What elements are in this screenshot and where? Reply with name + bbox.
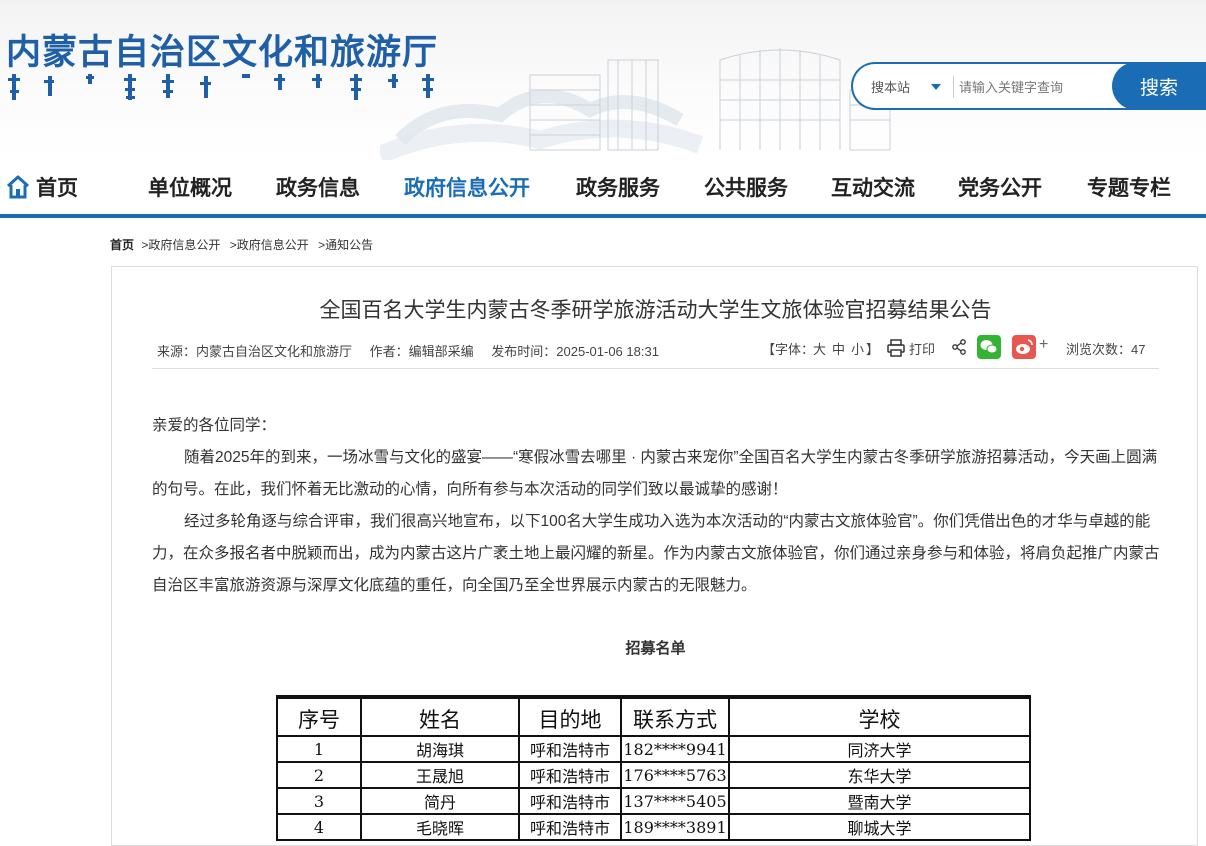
printer-icon[interactable] [887, 339, 905, 357]
article-title: 全国百名大学生内蒙古冬季研学旅游活动大学生文旅体验官招募结果公告 [319, 299, 992, 322]
cell-school: 暨南大学 [728, 787, 1031, 815]
column-header: 目的地 [518, 695, 622, 737]
search-button[interactable]: 搜索 [1112, 62, 1206, 110]
wechat-share-icon[interactable] [977, 335, 1001, 359]
main-nav: 首页 单位概况 政务信息 政府信息公开 政务服务 公共服务 互动交流 党务公开 … [0, 160, 1206, 218]
nav-item-unit-overview[interactable]: 单位概况 [148, 172, 232, 202]
nav-item-gov-info-disclosure[interactable]: 政府信息公开 [404, 172, 530, 202]
print-button[interactable]: 打印 [909, 339, 935, 358]
table-row: 3 简丹 呼和浩特市 137****5405 暨南大学 [276, 787, 1031, 815]
more-share-icon[interactable]: + [1039, 336, 1048, 354]
breadcrumb-item[interactable]: >政府信息公开 [141, 238, 220, 252]
font-size-label: 【字体： [762, 342, 815, 357]
nav-item-interaction[interactable]: 互动交流 [831, 172, 915, 202]
home-icon[interactable] [5, 174, 31, 200]
search-divider [953, 76, 954, 98]
breadcrumb-item[interactable]: >通知公告 [318, 238, 373, 252]
cell-school: 同济大学 [728, 735, 1031, 763]
column-header: 联系方式 [620, 695, 730, 737]
meta-divider [152, 368, 1159, 369]
cell-index: 1 [276, 735, 362, 763]
cell-name: 简丹 [360, 787, 520, 815]
table-row: 2 王晟旭 呼和浩特市 176****5763 东华大学 [276, 761, 1031, 789]
nav-item-public-services[interactable]: 公共服务 [704, 172, 788, 202]
article-publish-time: 发布时间：2025-01-06 18:31 [491, 344, 659, 359]
nav-item-government-services[interactable]: 政务服务 [576, 172, 660, 202]
table-row: 4 毛晓晖 呼和浩特市 189****3891 聊城大学 [276, 813, 1031, 841]
cell-destination: 呼和浩特市 [518, 761, 622, 789]
cell-contact: 182****9941 [620, 735, 730, 763]
article-meta: 来源：内蒙古自治区文化和旅游厅 作者：编辑部采编 发布时间：2025-01-06… [157, 341, 673, 360]
cell-index: 2 [276, 761, 362, 789]
site-header: 内蒙古自治区文化和旅游厅 搜本站 搜索 [0, 0, 1206, 160]
cell-index: 4 [276, 813, 362, 841]
mongolian-script-logo [8, 74, 434, 100]
cell-school: 聊城大学 [728, 813, 1031, 841]
breadcrumb-home[interactable]: 首页 [110, 238, 134, 252]
article-author: 作者：编辑部采编 [369, 344, 474, 359]
search-scope-select[interactable]: 搜本站 [871, 77, 910, 96]
paragraph: 经过多轮角逐与综合评审，我们很高兴地宣布，以下100名大学生成功入选为本次活动的… [152, 513, 1160, 594]
nav-item-home[interactable]: 首页 [36, 172, 78, 202]
share-icon[interactable] [951, 339, 967, 355]
paragraph: 随着2025年的到来，一场冰雪与文化的盛宴——“寒假冰雪去哪里 · 内蒙古来宠你… [152, 449, 1158, 498]
cell-contact: 189****3891 [620, 813, 730, 841]
search-input[interactable] [959, 74, 1109, 100]
view-count: 浏览次数：47 [1066, 342, 1146, 357]
font-size-small-button[interactable]: 小 [851, 339, 864, 358]
nav-item-special-topics[interactable]: 专题专栏 [1087, 172, 1171, 202]
cell-destination: 呼和浩特市 [518, 813, 622, 841]
cell-name: 胡海琪 [360, 735, 520, 763]
column-header: 姓名 [360, 695, 520, 737]
chevron-down-icon[interactable] [931, 84, 941, 90]
font-size-medium-button[interactable]: 中 [832, 339, 845, 358]
cell-index: 3 [276, 787, 362, 815]
table-header-row: 序号 姓名 目的地 联系方式 学校 [276, 695, 1031, 737]
cell-destination: 呼和浩特市 [518, 735, 622, 763]
cell-contact: 137****5405 [620, 787, 730, 815]
table-row: 1 胡海琪 呼和浩特市 182****9941 同济大学 [276, 735, 1031, 763]
cell-name: 王晟旭 [360, 761, 520, 789]
article-body: 亲爱的各位同学： 随着2025年的到来，一场冰雪与文化的盛宴——“寒假冰雪去哪里… [152, 410, 1162, 602]
cell-school: 东华大学 [728, 761, 1031, 789]
weibo-share-icon[interactable] [1012, 335, 1036, 359]
cell-destination: 呼和浩特市 [518, 787, 622, 815]
font-size-label-end: 】 [866, 342, 880, 357]
cell-name: 毛晓晖 [360, 813, 520, 841]
nav-item-government-info[interactable]: 政务信息 [276, 172, 360, 202]
roster-table: 序号 姓名 目的地 联系方式 学校 1 胡海琪 呼和浩特市 182****994… [276, 695, 1031, 841]
breadcrumb-item[interactable]: >政府信息公开 [230, 238, 309, 252]
list-title: 招募名单 [625, 640, 686, 657]
cell-contact: 176****5763 [620, 761, 730, 789]
site-title: 内蒙古自治区文化和旅游厅 [6, 32, 439, 73]
font-size-large-button[interactable]: 大 [813, 339, 826, 358]
greeting: 亲爱的各位同学： [152, 417, 277, 434]
nav-item-party-affairs[interactable]: 党务公开 [958, 172, 1042, 202]
article-source: 来源：内蒙古自治区文化和旅游厅 [157, 344, 353, 359]
column-header: 学校 [728, 695, 1031, 737]
breadcrumb: 首页 >政府信息公开 >政府信息公开 >通知公告 [110, 236, 373, 253]
column-header: 序号 [276, 695, 362, 737]
